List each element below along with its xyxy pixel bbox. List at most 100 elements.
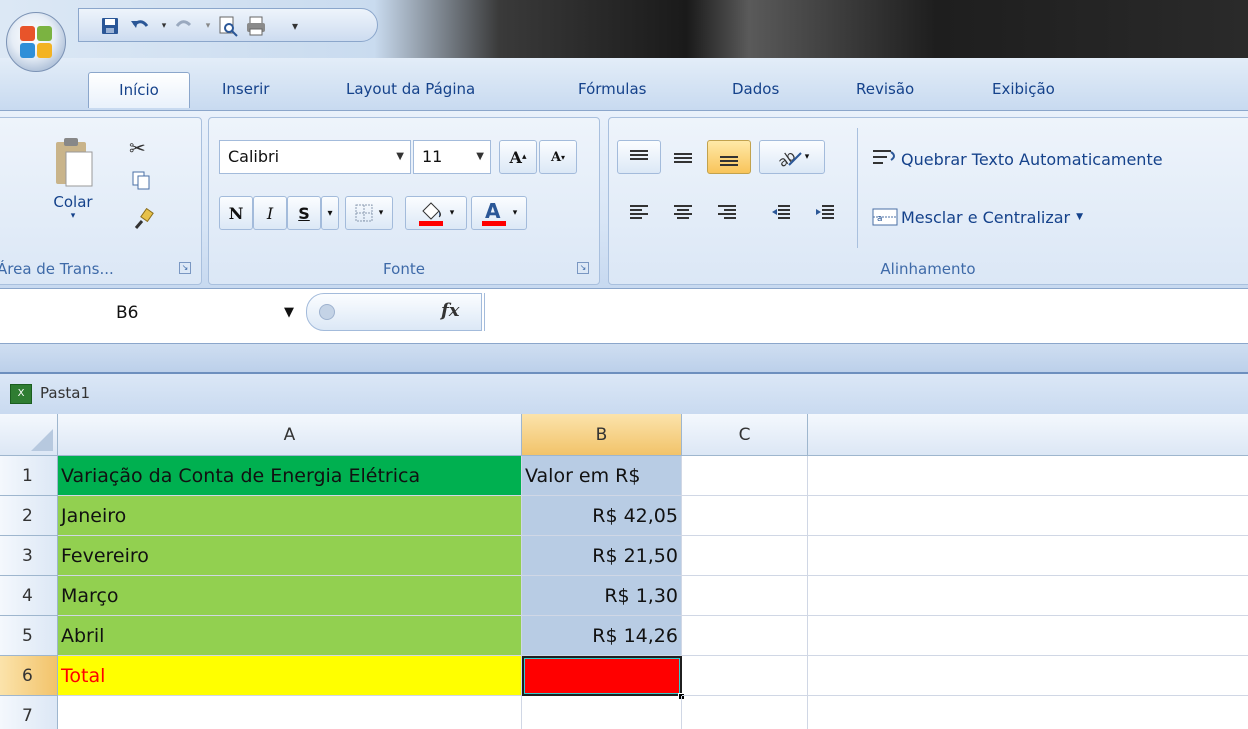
format-painter-icon[interactable] [133,207,155,233]
row-header-2[interactable]: 2 [0,496,58,536]
increase-indent-button[interactable] [803,196,847,230]
name-box[interactable]: B6 ▼ [0,297,300,329]
cancel-icon[interactable] [319,304,335,320]
quick-print-icon[interactable] [245,15,267,37]
workbook-title: Pasta1 [40,384,90,402]
tab-inicio[interactable]: Início [88,72,190,108]
save-icon[interactable] [99,15,121,37]
row-header-7[interactable]: 7 [0,696,58,729]
clipboard-launcher-icon[interactable]: ↘ [179,262,191,274]
redo-dropdown-icon[interactable]: ▾ [197,15,219,37]
paste-button[interactable]: Colar ▾ [43,134,103,244]
tab-dados[interactable]: Dados [728,72,783,108]
tab-exibicao[interactable]: Exibição [988,72,1059,108]
font-color-button[interactable]: A ▾ [471,196,527,230]
font-size-dropdown[interactable]: 11 ▼ [413,140,491,174]
undo-dropdown-icon[interactable]: ▾ [153,15,175,37]
row-header-6[interactable]: 6 [0,656,58,696]
font-group: Calibri ▼ 11 ▼ A ▴ A ▾ N I S ▾ ▾ ▾ A ▾ Font… [208,117,600,285]
italic-button[interactable]: I [253,196,287,230]
text-orientation-icon: ab [775,148,802,169]
shrink-font-button[interactable]: A ▾ [539,140,577,174]
cell-c1[interactable] [682,456,808,496]
cell-d3[interactable] [808,536,1248,576]
row-header-3[interactable]: 3 [0,536,58,576]
font-name-dropdown[interactable]: Calibri ▼ [219,140,411,174]
office-button[interactable] [6,12,66,72]
insert-function-icon[interactable]: fx [441,300,459,321]
cell-d5[interactable] [808,616,1248,656]
cell-b3[interactable]: R$ 21,50 [522,536,682,576]
cell-b2[interactable]: R$ 42,05 [522,496,682,536]
underline-button[interactable]: S [287,196,321,230]
cell-d4[interactable] [808,576,1248,616]
fill-color-button[interactable]: ▾ [405,196,467,230]
align-center-button[interactable] [661,196,705,230]
wrap-text-icon [873,150,895,164]
font-launcher-icon[interactable]: ↘ [577,262,589,274]
cell-c2[interactable] [682,496,808,536]
cell-d2[interactable] [808,496,1248,536]
font-name-value: Calibri [228,147,280,166]
cell-a2[interactable]: Janeiro [58,496,522,536]
cell-a4[interactable]: Março [58,576,522,616]
orientation-button[interactable]: ab ▾ [759,140,825,174]
cell-a7[interactable] [58,696,522,729]
cell-d7[interactable] [808,696,1248,729]
cut-icon[interactable]: ✂ [129,136,146,160]
font-size-value: 11 [422,147,443,166]
align-left-button[interactable] [617,196,661,230]
cell-b5[interactable]: R$ 14,26 [522,616,682,656]
cell-a3[interactable]: Fevereiro [58,536,522,576]
column-header-a[interactable]: A [58,414,522,456]
align-center-icon [674,205,692,219]
row-header-1[interactable]: 1 [0,456,58,496]
tab-layout[interactable]: Layout da Página [342,72,479,108]
cell-b4[interactable]: R$ 1,30 [522,576,682,616]
align-middle-icon [674,153,692,163]
cell-b6[interactable] [522,656,682,696]
cell-c4[interactable] [682,576,808,616]
tab-inserir[interactable]: Inserir [218,72,273,108]
fill-color-icon [418,202,443,226]
increase-indent-icon [816,205,834,219]
wrap-text-button[interactable]: Quebrar Texto Automaticamente [871,144,1163,174]
align-bottom-icon [720,156,738,166]
column-header-blank [808,414,1248,456]
tab-formulas[interactable]: Fórmulas [574,72,650,108]
cell-c6[interactable] [682,656,808,696]
align-right-button[interactable] [705,196,749,230]
tab-revisao[interactable]: Revisão [852,72,918,108]
cell-a6[interactable]: Total [58,656,522,696]
cell-a1[interactable]: Variação da Conta de Energia Elétrica [58,456,522,496]
underline-dropdown-icon[interactable]: ▾ [321,196,339,230]
borders-button[interactable]: ▾ [345,196,393,230]
merge-center-button[interactable]: a Mesclar e Centralizar ▼ [871,202,1083,232]
copy-icon[interactable] [131,170,151,193]
window-divider [0,344,1248,374]
select-all-button[interactable] [0,414,58,456]
cell-c3[interactable] [682,536,808,576]
cell-d6[interactable] [808,656,1248,696]
column-header-b[interactable]: B [522,414,682,456]
align-top-button[interactable] [617,140,661,174]
cell-b7[interactable] [522,696,682,729]
row-header-5[interactable]: 5 [0,616,58,656]
row-header-4[interactable]: 4 [0,576,58,616]
column-header-c[interactable]: C [682,414,808,456]
grow-font-button[interactable]: A ▴ [499,140,537,174]
cell-c7[interactable] [682,696,808,729]
cell-c5[interactable] [682,616,808,656]
align-middle-button[interactable] [661,140,705,174]
print-preview-icon[interactable] [217,15,239,37]
undo-icon[interactable] [129,15,151,37]
align-bottom-button[interactable] [707,140,751,174]
customize-qat-icon[interactable]: ▾ [284,15,306,37]
decrease-indent-button[interactable] [759,196,803,230]
cell-d1[interactable] [808,456,1248,496]
formula-input[interactable] [484,293,1248,331]
bold-button[interactable]: N [219,196,253,230]
cell-a5[interactable]: Abril [58,616,522,656]
redo-icon[interactable] [173,15,195,37]
cell-b1[interactable]: Valor em R$ [522,456,682,496]
